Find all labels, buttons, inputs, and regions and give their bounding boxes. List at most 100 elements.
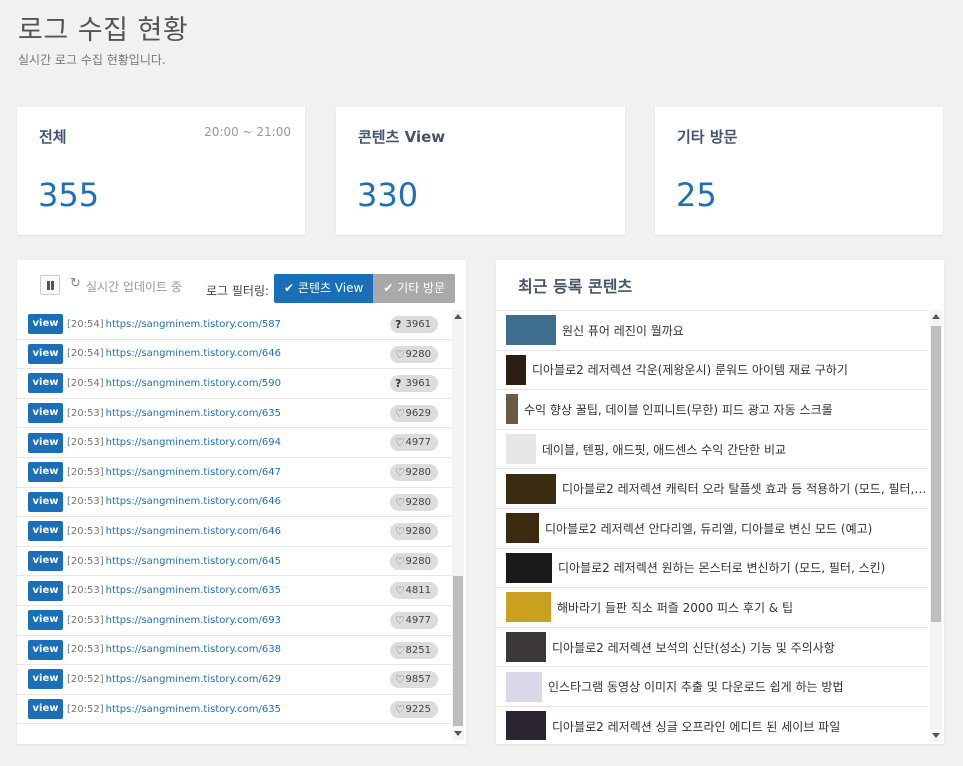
log-count-badge: ♡ 9629 xyxy=(390,404,438,422)
log-row: view [20:54] https://sangminem.tistory.com… xyxy=(17,310,451,340)
log-count-value: 4977 xyxy=(405,614,431,626)
log-url-link[interactable]: https://sangminem.tistory.com/646 xyxy=(106,348,281,359)
stat-card-content-value: 330 xyxy=(357,176,419,214)
log-scrollbar[interactable] xyxy=(452,310,464,740)
log-time: [20:53] xyxy=(67,614,104,626)
log-url-link[interactable]: https://sangminem.tistory.com/645 xyxy=(106,556,281,567)
log-row: view [20:53] https://sangminem.tistory.com… xyxy=(17,399,451,429)
scroll-down-icon[interactable] xyxy=(932,733,940,738)
recent-content-item[interactable]: 디아블로2 레저렉션 보석의 신단(성소) 기능 및 주의사항 xyxy=(496,628,928,668)
recent-content-item[interactable]: 원신 퓨어 레진이 뭘까요 xyxy=(496,311,928,351)
recent-content-item[interactable]: 디아블로2 레저렉션 각운(제왕운시) 룬워드 아이템 재료 구하기 xyxy=(496,351,928,391)
log-url-link[interactable]: https://sangminem.tistory.com/587 xyxy=(106,319,281,330)
content-thumbnail xyxy=(506,711,546,740)
stat-card-total-value: 355 xyxy=(38,176,100,214)
log-count-badge: ♡ 9225 xyxy=(390,700,438,718)
recent-content-item[interactable]: 디아블로2 레저렉션 싱글 오프라인 에디트 된 세이브 파일 xyxy=(496,707,928,740)
log-url-link[interactable]: https://sangminem.tistory.com/646 xyxy=(106,526,281,537)
recent-content-title: 최근 등록 콘텐츠 xyxy=(518,277,633,296)
recent-content-link[interactable]: 디아블로2 레저렉션 각운(제왕운시) 룬워드 아이템 재료 구하기 xyxy=(532,361,848,378)
log-count-value: 9857 xyxy=(405,674,431,686)
log-count-value: 3961 xyxy=(405,319,431,330)
pause-button[interactable] xyxy=(40,275,60,295)
scroll-down-icon[interactable] xyxy=(454,731,462,736)
filter-etc-visit-button[interactable]: ✔ 기타 방문 xyxy=(373,274,456,303)
scroll-up-icon[interactable] xyxy=(932,314,940,319)
heart-icon: ♡ xyxy=(395,525,405,539)
log-url-link[interactable]: https://sangminem.tistory.com/635 xyxy=(106,585,281,596)
log-row: view [20:53] https://sangminem.tistory.com… xyxy=(17,458,451,488)
view-button[interactable]: view xyxy=(28,610,63,631)
recent-content-link[interactable]: 디아블로2 레저렉션 보석의 신단(성소) 기능 및 주의사항 xyxy=(552,639,835,656)
log-url-link[interactable]: https://sangminem.tistory.com/635 xyxy=(106,704,281,715)
scrollbar-thumb[interactable] xyxy=(931,326,941,622)
recent-content-link[interactable]: 인스타그램 동영상 이미지 추출 및 다운로드 쉽게 하는 방법 xyxy=(548,678,843,695)
log-time: [20:54] xyxy=(67,377,104,389)
log-filter-group: ✔ 콘텐츠 View ✔ 기타 방문 xyxy=(274,274,456,303)
log-url-link[interactable]: https://sangminem.tistory.com/635 xyxy=(106,408,281,419)
log-url-link[interactable]: https://sangminem.tistory.com/693 xyxy=(106,615,281,626)
recent-content-link[interactable]: 디아블로2 레저렉션 원하는 몬스터로 변신하기 (모드, 필터, 스킨) xyxy=(558,559,885,576)
recent-content-item[interactable]: 해바라기 들판 직소 퍼즐 2000 피스 후기 & 팁 xyxy=(496,588,928,628)
recent-content-link[interactable]: 디아블로2 레저렉션 싱글 오프라인 에디트 된 세이브 파일 xyxy=(552,718,840,735)
log-url-link[interactable]: https://sangminem.tistory.com/590 xyxy=(106,378,281,389)
log-row: view [20:52] https://sangminem.tistory.com… xyxy=(17,665,451,695)
log-time: [20:52] xyxy=(67,703,104,715)
view-button[interactable]: view xyxy=(28,551,63,572)
content-thumbnail xyxy=(506,315,556,346)
recent-content-item[interactable]: 인스타그램 동영상 이미지 추출 및 다운로드 쉽게 하는 방법 xyxy=(496,667,928,707)
recent-content-link[interactable]: 디아블로2 레저렉션 캐릭터 오라 탈플셋 효과 등 적용하기 (모드, 필터,… xyxy=(562,480,928,497)
log-url-link[interactable]: https://sangminem.tistory.com/647 xyxy=(106,467,281,478)
content-thumbnail xyxy=(506,632,546,663)
stat-card-etc-value: 25 xyxy=(676,176,717,214)
log-count-value: 3961 xyxy=(405,378,431,390)
scrollbar-thumb[interactable] xyxy=(453,576,463,726)
content-thumbnail xyxy=(506,354,526,385)
heart-icon: ♡ xyxy=(395,554,405,568)
log-count-value: 9280 xyxy=(405,496,431,508)
view-button[interactable]: view xyxy=(28,580,63,601)
log-count-badge: ♡ 9280 xyxy=(390,552,438,570)
view-button[interactable]: view xyxy=(28,521,63,542)
content-thumbnail xyxy=(506,473,556,504)
log-url-link[interactable]: https://sangminem.tistory.com/646 xyxy=(106,496,281,507)
recent-content-link[interactable]: 해바라기 들판 직소 퍼즐 2000 피스 후기 & 팁 xyxy=(557,599,793,616)
view-button[interactable]: view xyxy=(28,373,63,394)
recent-content-item[interactable]: 디아블로2 레저렉션 안다리엘, 듀리엘, 디아블로 변신 모드 (예고) xyxy=(496,509,928,549)
recent-content-list: 원신 퓨어 레진이 뭘까요디아블로2 레저렉션 각운(제왕운시) 룬워드 아이템… xyxy=(496,310,928,740)
log-row: view [20:53] https://sangminem.tistory.com… xyxy=(17,636,451,666)
stat-card-time-range: 20:00 ~ 21:00 xyxy=(204,125,291,139)
view-button[interactable]: view xyxy=(28,432,63,453)
recent-scrollbar[interactable] xyxy=(930,310,942,742)
recent-content-item[interactable]: 디아블로2 레저렉션 원하는 몬스터로 변신하기 (모드, 필터, 스킨) xyxy=(496,549,928,589)
log-count-badge: ? 3961 xyxy=(390,375,438,393)
log-url-link[interactable]: https://sangminem.tistory.com/694 xyxy=(106,437,281,448)
recent-content-item[interactable]: 디아블로2 레저렉션 캐릭터 오라 탈플셋 효과 등 적용하기 (모드, 필터,… xyxy=(496,469,928,509)
stat-card-total-label: 전체 xyxy=(39,128,67,146)
recent-content-item[interactable]: 수익 향상 꿀팁, 데이블 인피니트(무한) 피드 광고 자동 스크롤 xyxy=(496,390,928,430)
scroll-up-icon[interactable] xyxy=(454,314,462,319)
recent-content-panel: 최근 등록 콘텐츠 원신 퓨어 레진이 뭘까요디아블로2 레저렉션 각운(제왕운… xyxy=(496,260,944,744)
recent-content-link[interactable]: 데이블, 텐핑, 애드핏, 애드센스 수익 간단한 비교 xyxy=(542,441,786,458)
view-button[interactable]: view xyxy=(28,403,63,424)
recent-content-link[interactable]: 수익 향상 꿀팁, 데이블 인피니트(무한) 피드 광고 자동 스크롤 xyxy=(524,401,833,418)
log-time: [20:53] xyxy=(67,644,104,656)
view-button[interactable]: view xyxy=(28,343,63,364)
question-icon: ? xyxy=(395,318,402,331)
view-button[interactable]: view xyxy=(28,314,63,335)
log-panel: ↻ 실시간 업데이트 중 로그 필터링: ✔ 콘텐츠 View ✔ 기타 방문 … xyxy=(17,260,466,744)
recent-content-item[interactable]: 데이블, 텐핑, 애드핏, 애드센스 수익 간단한 비교 xyxy=(496,430,928,470)
recent-content-link[interactable]: 원신 퓨어 레진이 뭘까요 xyxy=(562,322,684,339)
view-button[interactable]: view xyxy=(28,491,63,512)
filter-content-view-button[interactable]: ✔ 콘텐츠 View xyxy=(274,274,374,303)
recent-content-link[interactable]: 디아블로2 레저렉션 안다리엘, 듀리엘, 디아블로 변신 모드 (예고) xyxy=(545,520,872,537)
log-count-value: 9280 xyxy=(405,555,431,567)
log-panel-header: ↻ 실시간 업데이트 중 로그 필터링: ✔ 콘텐츠 View ✔ 기타 방문 xyxy=(17,260,466,310)
page-subtitle: 실시간 로그 수집 현황입니다. xyxy=(18,53,166,67)
view-button[interactable]: view xyxy=(28,639,63,660)
log-url-link[interactable]: https://sangminem.tistory.com/629 xyxy=(106,674,281,685)
view-button[interactable]: view xyxy=(28,669,63,690)
view-button[interactable]: view xyxy=(28,699,63,720)
view-button[interactable]: view xyxy=(28,462,63,483)
log-url-link[interactable]: https://sangminem.tistory.com/638 xyxy=(106,644,281,655)
